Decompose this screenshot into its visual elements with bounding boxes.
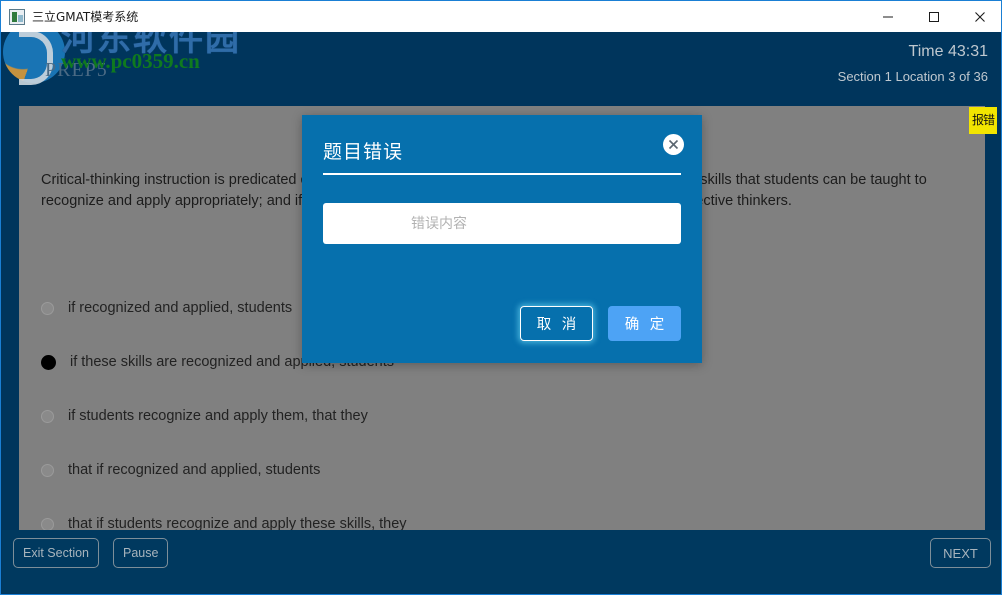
bottom-toolbar: Exit Section Pause NEXT xyxy=(2,530,1001,593)
answer-option-label: that if recognized and applied, students xyxy=(68,462,321,478)
minimize-button[interactable] xyxy=(865,1,911,32)
minimize-icon xyxy=(883,16,893,17)
close-button[interactable] xyxy=(957,1,1001,32)
header-status-block: Time 43:31 Section 1 Location 3 of 36 xyxy=(838,40,988,87)
answer-option-label: if recognized and applied, students xyxy=(68,300,293,316)
answer-option-row[interactable]: if students recognize and apply them, th… xyxy=(29,389,969,443)
error-content-input[interactable] xyxy=(323,203,681,244)
dialog-title: 题目错误 xyxy=(323,141,404,163)
title-bar: 三立GMAT模考系统 xyxy=(1,1,1001,32)
dialog-cancel-button[interactable]: 取 消 xyxy=(520,306,593,341)
exam-header: Time 43:31 Section 1 Location 3 of 36 xyxy=(2,32,1001,106)
dialog-confirm-button[interactable]: 确 定 xyxy=(608,306,681,341)
report-error-badge[interactable]: 报错 xyxy=(969,107,997,134)
dialog-close-button[interactable] xyxy=(663,134,684,155)
window-controls xyxy=(865,1,1001,32)
section-location: Section 1 Location 3 of 36 xyxy=(837,68,988,84)
radio-button-selected[interactable] xyxy=(41,354,56,370)
close-icon xyxy=(975,11,985,22)
application-window: 三立GMAT模考系统 Time 43:31 Section 1 Location… xyxy=(0,0,1002,595)
pause-button[interactable]: Pause xyxy=(113,538,169,568)
dialog-divider xyxy=(323,173,681,175)
radio-button[interactable] xyxy=(41,301,54,315)
close-circle-icon xyxy=(668,139,679,150)
radio-button[interactable] xyxy=(41,409,54,423)
radio-button[interactable] xyxy=(41,517,54,531)
answer-option-label: if students recognize and apply them, th… xyxy=(68,408,368,424)
exit-section-button[interactable]: Exit Section xyxy=(13,538,100,568)
window-title: 三立GMAT模考系统 xyxy=(32,10,139,24)
radio-button[interactable] xyxy=(41,463,54,477)
title-bar-left: 三立GMAT模考系统 xyxy=(1,8,865,25)
answer-option-row[interactable]: that if recognized and applied, students xyxy=(29,443,969,497)
maximize-button[interactable] xyxy=(911,1,957,32)
time-remaining: Time 43:31 xyxy=(908,43,988,60)
report-error-dialog: 题目错误 取 消 确 定 xyxy=(302,115,702,363)
app-icon xyxy=(9,8,25,25)
maximize-icon xyxy=(929,11,939,22)
next-button[interactable]: NEXT xyxy=(930,538,991,568)
